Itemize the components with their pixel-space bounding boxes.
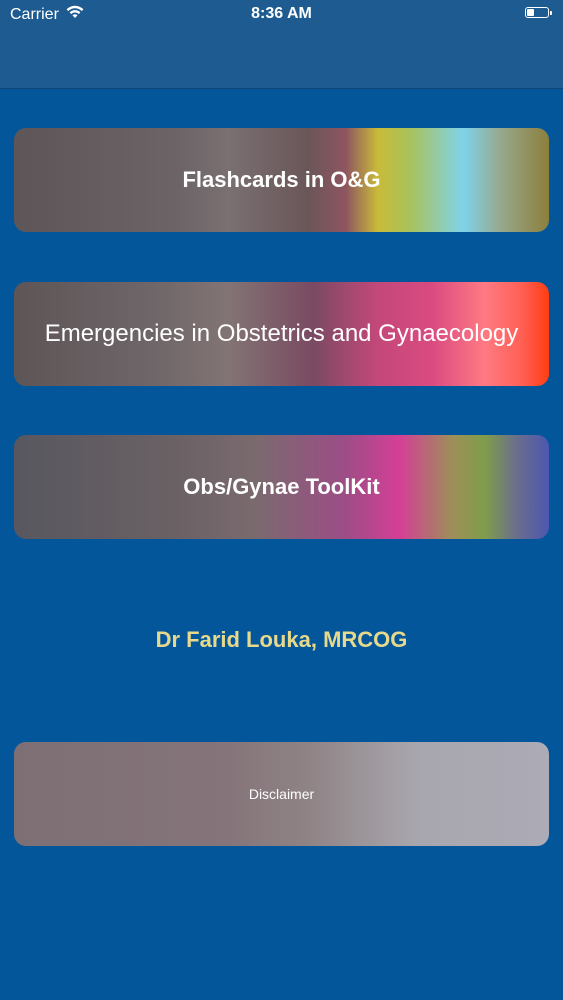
disclaimer-button[interactable]: Disclaimer — [14, 742, 549, 846]
battery-level — [527, 9, 534, 16]
disclaimer-label: Disclaimer — [248, 786, 315, 802]
status-time: 8:36 AM — [251, 5, 312, 22]
toolkit-label: Obs/Gynae ToolKit — [183, 474, 380, 499]
author-credit: Dr Farid Louka, MRCOG — [155, 627, 408, 652]
emergencies-label: Emergencies in Obstetrics and Gynaecolog… — [44, 320, 519, 347]
flashcards-label: Flashcards in O&G — [182, 167, 381, 192]
flashcards-button[interactable]: Flashcards in O&G — [14, 128, 549, 232]
toolkit-button[interactable]: Obs/Gynae ToolKit — [14, 435, 549, 539]
status-bar: Carrier 8:36 AM — [0, 0, 563, 30]
emergencies-button[interactable]: Emergencies in Obstetrics and Gynaecolog… — [14, 282, 549, 386]
battery-icon — [525, 7, 552, 18]
